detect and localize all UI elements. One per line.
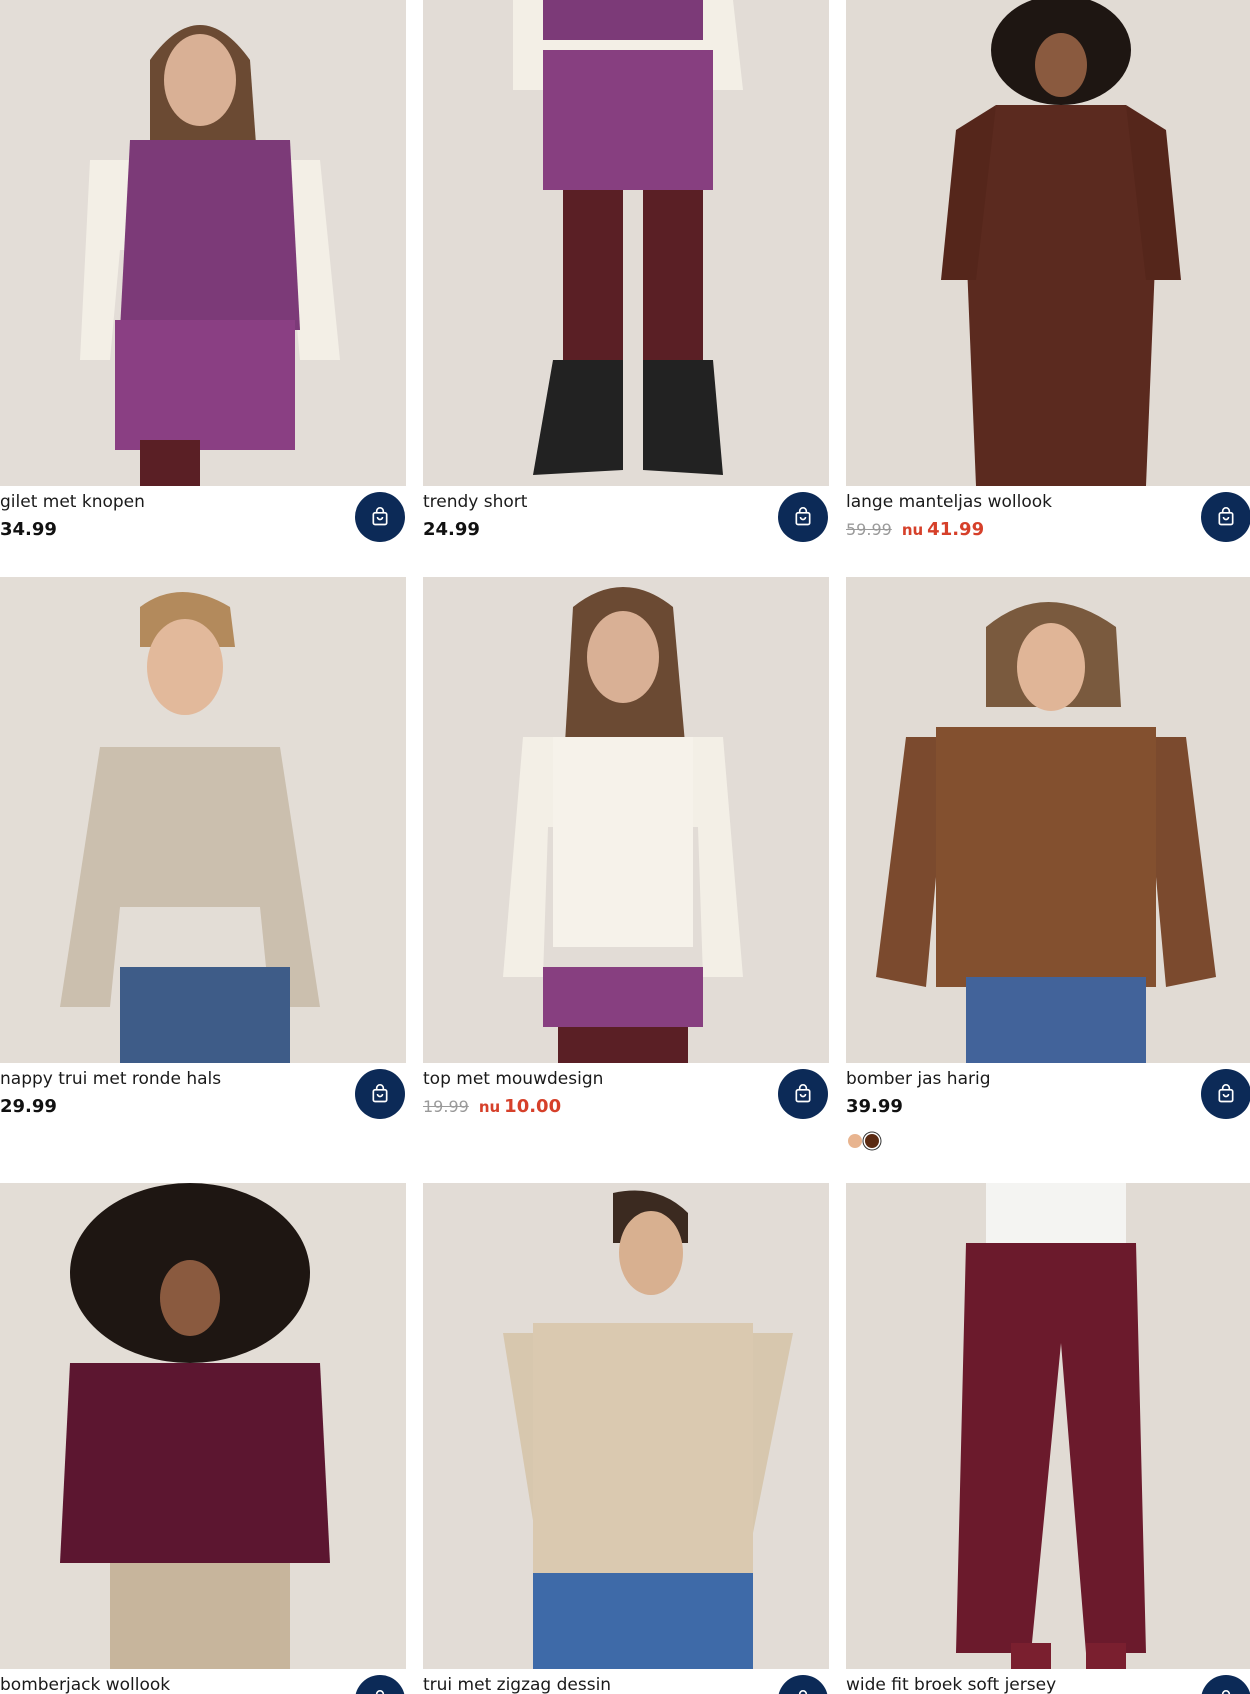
product-price: 29.99	[0, 1096, 57, 1117]
shopping-bag-icon	[795, 507, 811, 526]
product-price: 34.99	[0, 519, 57, 540]
add-to-cart-button[interactable]	[1201, 1069, 1250, 1119]
product-title[interactable]: trendy short	[423, 492, 527, 512]
product-title[interactable]: wide fit broek soft jersey	[846, 1675, 1056, 1694]
product-image[interactable]	[846, 577, 1250, 1063]
shopping-bag-icon	[375, 1690, 385, 1694]
sale-price: 41.99	[927, 519, 985, 540]
product-image[interactable]	[846, 1183, 1250, 1669]
product-title[interactable]: nappy trui met ronde hals	[0, 1069, 221, 1089]
add-to-cart-button[interactable]	[1201, 1675, 1250, 1694]
product-price: 59.99 nu 41.99	[846, 519, 984, 540]
add-to-cart-button[interactable]	[778, 492, 828, 542]
add-to-cart-button[interactable]	[1201, 492, 1250, 542]
product-title[interactable]: bomber jas harig	[846, 1069, 991, 1089]
add-to-cart-button[interactable]	[355, 1069, 405, 1119]
product-title[interactable]: top met mouwdesign	[423, 1069, 603, 1089]
color-swatch-brown[interactable]	[865, 1134, 879, 1148]
product-title[interactable]: gilet met knopen	[0, 492, 145, 512]
shopping-bag-icon	[1218, 507, 1234, 526]
shopping-bag-icon	[1221, 1690, 1231, 1694]
product-price: 19.99 nu 10.00	[423, 1096, 561, 1117]
product-title[interactable]: bomberjack wollook	[0, 1675, 170, 1694]
product-image[interactable]	[846, 0, 1250, 486]
shopping-bag-icon	[798, 1690, 808, 1694]
product-image[interactable]	[423, 1183, 829, 1669]
product-image[interactable]	[0, 0, 406, 486]
color-swatch-peach[interactable]	[848, 1134, 862, 1148]
now-label: nu	[901, 521, 924, 539]
product-title[interactable]: trui met zigzag dessin	[423, 1675, 611, 1694]
product-price: 24.99	[423, 519, 480, 540]
shopping-bag-icon	[372, 1084, 388, 1103]
add-to-cart-button[interactable]	[778, 1675, 828, 1694]
old-price: 59.99	[846, 520, 892, 539]
shopping-bag-icon	[1218, 1084, 1234, 1103]
sale-price: 10.00	[504, 1096, 562, 1117]
shopping-bag-icon	[795, 1084, 811, 1103]
product-image[interactable]	[0, 1183, 406, 1669]
add-to-cart-button[interactable]	[355, 1675, 405, 1694]
product-image[interactable]	[423, 0, 829, 486]
shopping-bag-icon	[372, 507, 388, 526]
now-label: nu	[478, 1098, 501, 1116]
product-price: 39.99	[846, 1096, 903, 1117]
add-to-cart-button[interactable]	[355, 492, 405, 542]
old-price: 19.99	[423, 1097, 469, 1116]
add-to-cart-button[interactable]	[778, 1069, 828, 1119]
product-title[interactable]: lange manteljas wollook	[846, 492, 1052, 512]
product-image[interactable]	[423, 577, 829, 1063]
product-image[interactable]	[0, 577, 406, 1063]
